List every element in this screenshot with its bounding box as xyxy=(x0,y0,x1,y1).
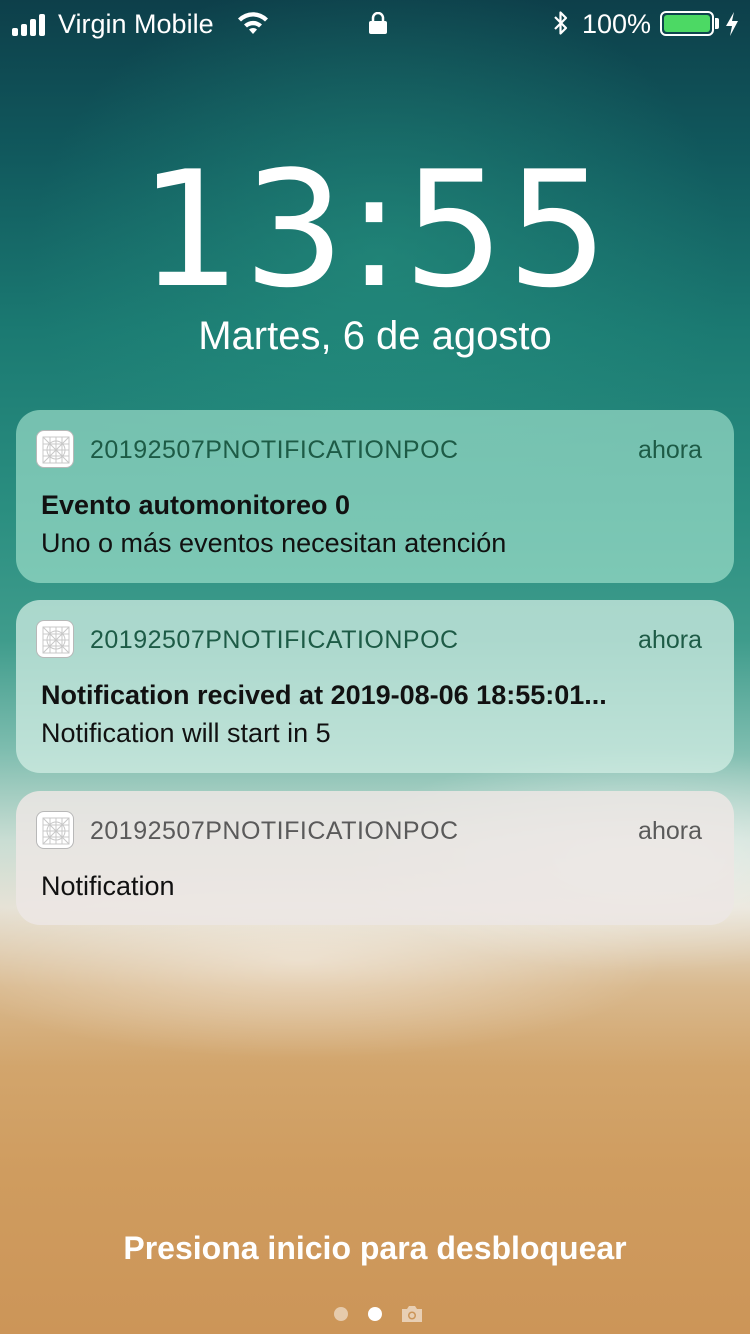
unlock-hint: Presiona inicio para desbloquear xyxy=(123,1230,627,1266)
lock-screen-time: 13:55 xyxy=(139,136,611,323)
status-bar: Virgin Mobile 100% xyxy=(0,0,750,48)
battery-nub xyxy=(715,18,719,29)
signal-icon xyxy=(12,14,52,36)
notification-time: ahora xyxy=(638,436,702,464)
charging-icon xyxy=(726,12,738,36)
notification-app-name: 20192507PNOTIFICATIONPOC xyxy=(90,817,459,845)
notification-card[interactable]: 20192507PNOTIFICATIONPOC ahora Evento au… xyxy=(16,410,734,583)
notification-title: Evento automonitoreo 0 xyxy=(41,490,351,520)
lock-screen-date: Martes, 6 de agosto xyxy=(198,314,552,358)
app-icon xyxy=(36,430,74,468)
battery-percent: 100% xyxy=(582,9,652,39)
notification-body: Notification xyxy=(41,871,175,901)
notification-body: Uno o más eventos necesitan atención xyxy=(41,528,507,558)
battery-icon xyxy=(660,11,714,36)
notification-app-name: 20192507PNOTIFICATIONPOC xyxy=(90,436,459,464)
camera-icon[interactable] xyxy=(400,1304,424,1324)
lock-icon xyxy=(369,12,387,34)
page-dot xyxy=(334,1307,348,1321)
wifi-icon xyxy=(238,12,268,34)
notification-app-name: 20192507PNOTIFICATIONPOC xyxy=(90,626,459,654)
notification-card[interactable]: 20192507PNOTIFICATIONPOC ahora Notificat… xyxy=(16,600,734,773)
bluetooth-icon xyxy=(554,11,568,35)
app-icon xyxy=(36,811,74,849)
notification-card[interactable]: 20192507PNOTIFICATIONPOC ahora Notificat… xyxy=(16,791,734,925)
notification-body: Notification will start in 5 xyxy=(41,718,331,748)
carrier-name: Virgin Mobile xyxy=(58,9,214,39)
app-icon xyxy=(36,620,74,658)
notification-time: ahora xyxy=(638,626,702,654)
notification-title: Notification recived at 2019-08-06 18:55… xyxy=(41,680,607,710)
notification-time: ahora xyxy=(638,817,702,845)
page-dot-active xyxy=(368,1307,382,1321)
